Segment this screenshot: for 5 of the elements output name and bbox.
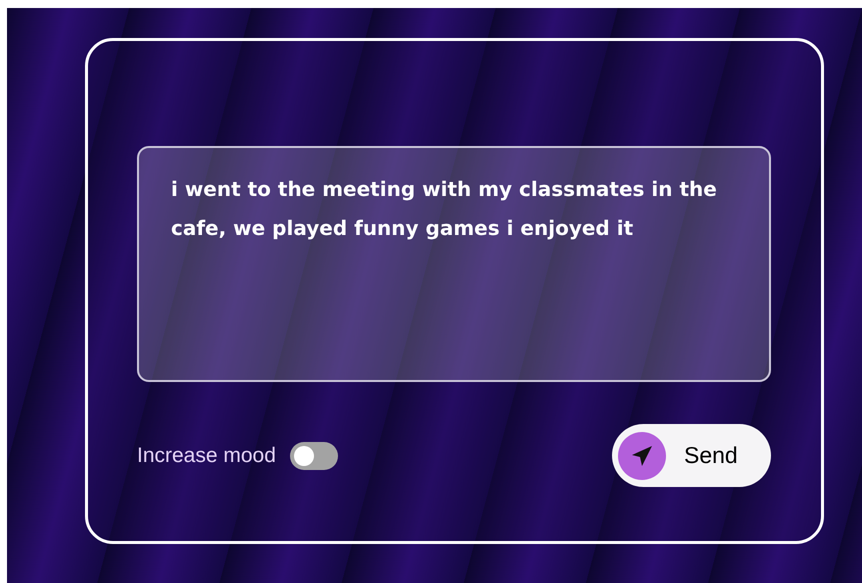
paper-plane-icon [630,444,654,468]
mood-toggle[interactable] [290,442,338,470]
message-field[interactable]: i went to the meeting with my classmates in the cafe, we played funny games i enjoyed it [137,146,771,382]
toggle-label: Increase mood [137,442,276,469]
send-button[interactable]: Send [612,424,771,487]
